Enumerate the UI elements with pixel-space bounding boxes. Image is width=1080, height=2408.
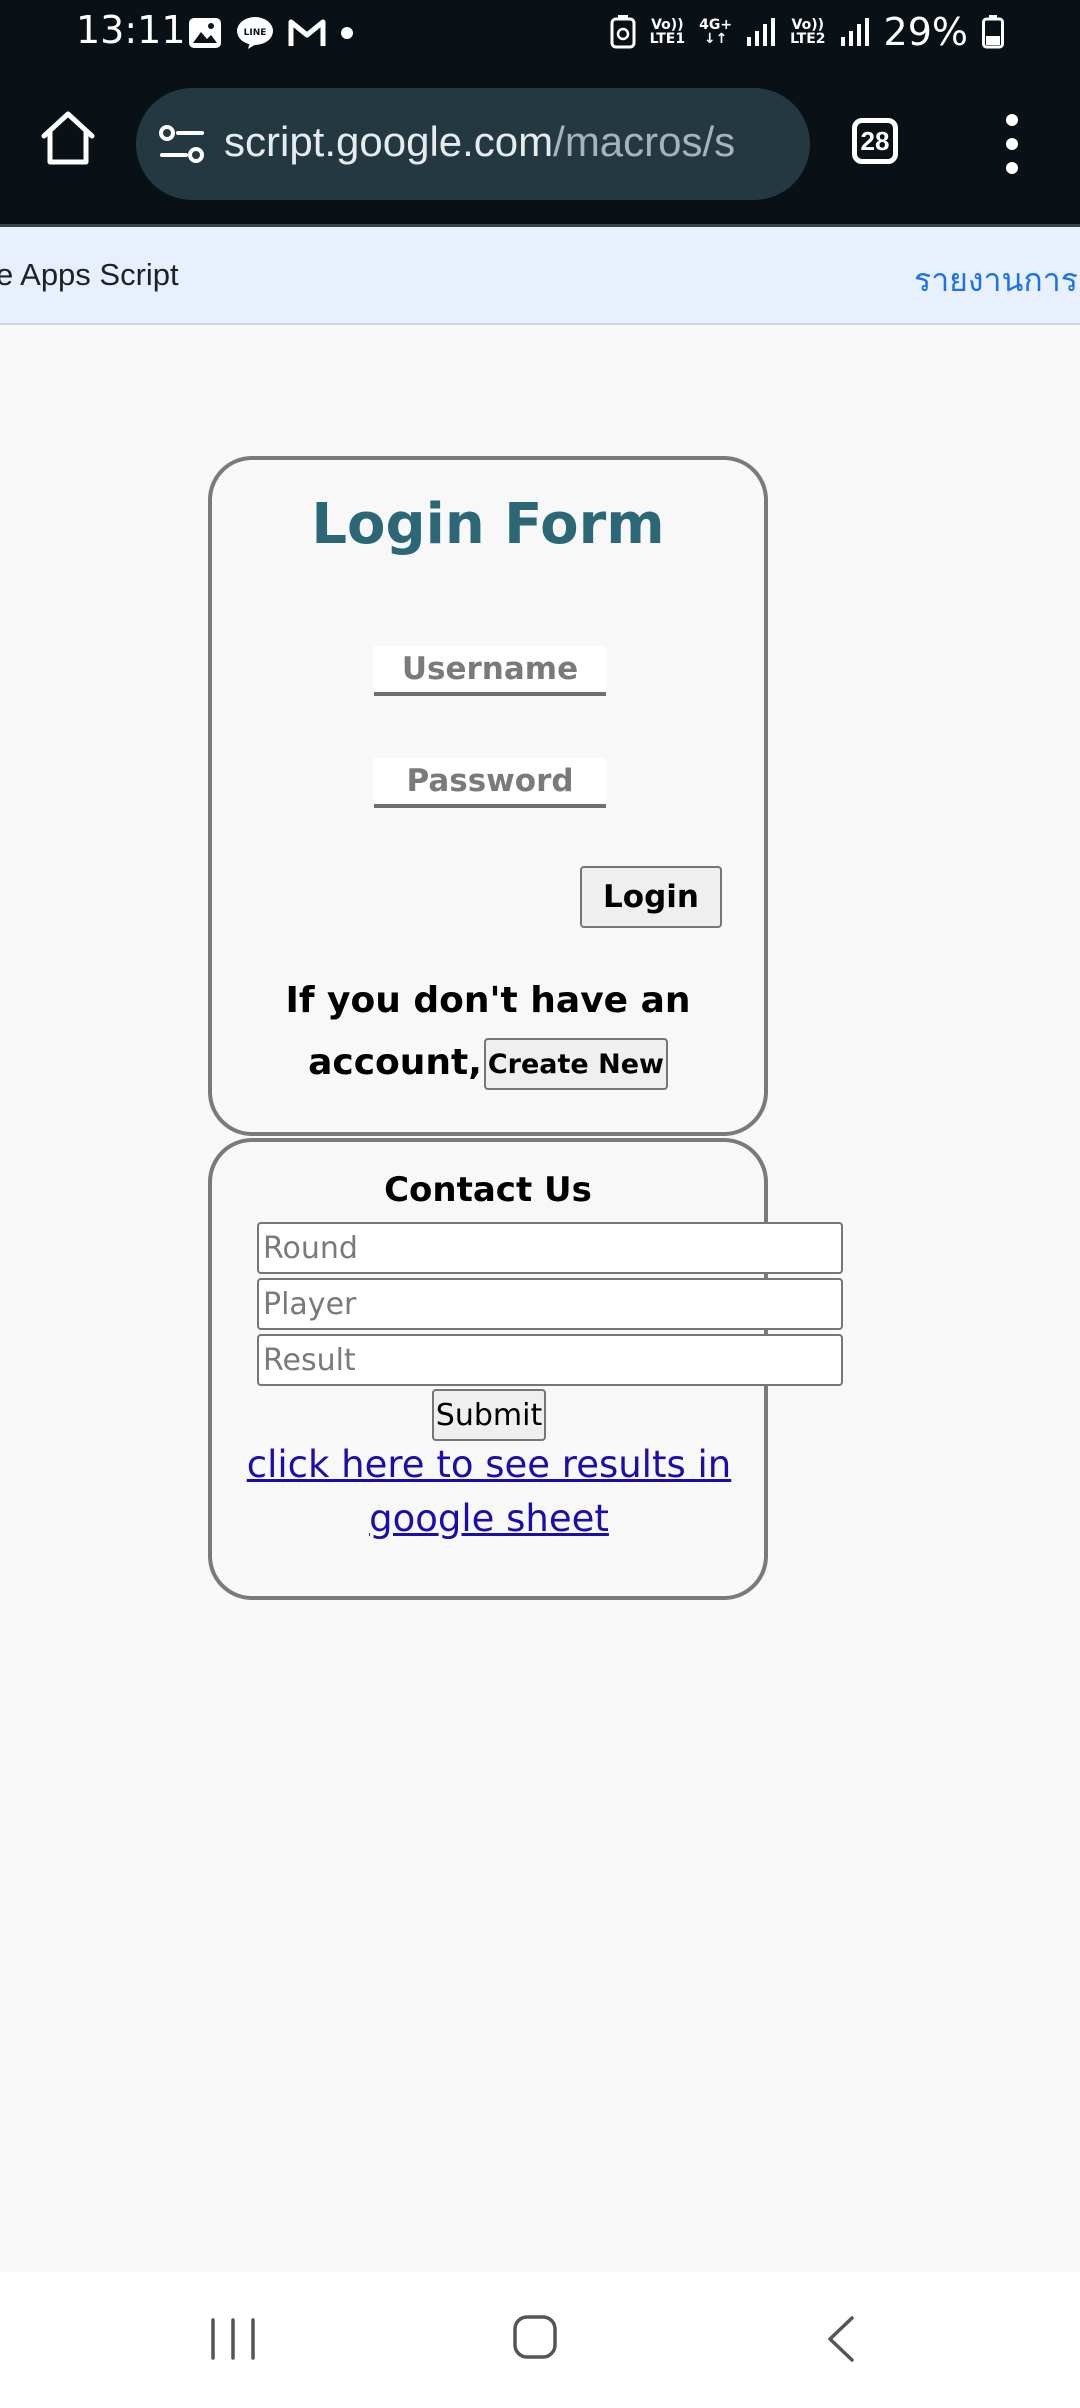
system-navigation-bar	[0, 2272, 1080, 2408]
recent-apps-icon[interactable]	[208, 2316, 258, 2362]
report-abuse-link[interactable]: รายงานการล	[914, 255, 1080, 306]
player-input[interactable]	[257, 1278, 843, 1330]
notification-icons: LINE	[188, 16, 354, 50]
home-icon[interactable]	[38, 108, 98, 168]
login-button[interactable]: Login	[580, 866, 722, 928]
password-input[interactable]	[374, 758, 606, 808]
banner-text: e Apps Script	[0, 257, 179, 292]
battery-icon	[982, 15, 1004, 49]
contact-us-title: Contact Us	[384, 1170, 592, 1210]
apps-script-banner: e Apps Script รายงานการล	[0, 227, 1080, 325]
browser-toolbar: script.google.com/macros/s 28	[0, 64, 1080, 227]
submit-button[interactable]: Submit	[432, 1389, 546, 1441]
username-input[interactable]	[374, 646, 606, 696]
dot-icon	[341, 27, 353, 39]
create-new-button[interactable]: Create New	[483, 1038, 668, 1090]
site-settings-icon[interactable]	[158, 122, 206, 166]
login-form-title: Login Form	[311, 492, 665, 557]
home-nav-icon[interactable]	[512, 2314, 558, 2360]
battery-percent: 29%	[883, 10, 968, 54]
round-input[interactable]	[257, 1222, 843, 1274]
back-icon[interactable]	[820, 2314, 860, 2364]
tab-switcher-button[interactable]: 28	[852, 118, 898, 164]
signal-icon	[747, 18, 776, 46]
system-icons: Vo)) LTE1 4G+ ↓↑ Vo)) LTE2 29%	[610, 10, 1004, 54]
address-bar[interactable]: script.google.com/macros/s	[136, 88, 810, 200]
url-text[interactable]: script.google.com/macros/s	[224, 118, 735, 166]
line-icon: LINE	[237, 17, 273, 49]
result-input[interactable]	[257, 1334, 843, 1386]
svg-text:LINE: LINE	[244, 28, 267, 38]
network-type-indicator: 4G+ ↓↑	[699, 17, 733, 47]
signal-icon	[840, 18, 869, 46]
gmail-icon	[288, 19, 326, 46]
status-time: 13:11	[76, 8, 186, 52]
status-bar: 13:11 LINE Vo)) LTE1 4G+ ↓↑ Vo)) LTE2 29…	[0, 0, 1080, 64]
more-options-icon[interactable]	[1000, 114, 1024, 174]
data-saver-icon	[610, 15, 636, 49]
login-form-card: Login Form Login If you don't have an ac…	[208, 456, 768, 1136]
lte1-indicator: Vo)) LTE1	[649, 17, 686, 47]
gallery-icon	[189, 18, 221, 48]
lte2-indicator: Vo)) LTE2	[790, 17, 826, 47]
create-account-prompt: If you don't have an account, Create New	[212, 970, 764, 1094]
google-sheet-link[interactable]: click here to see results in google shee…	[214, 1438, 764, 1546]
